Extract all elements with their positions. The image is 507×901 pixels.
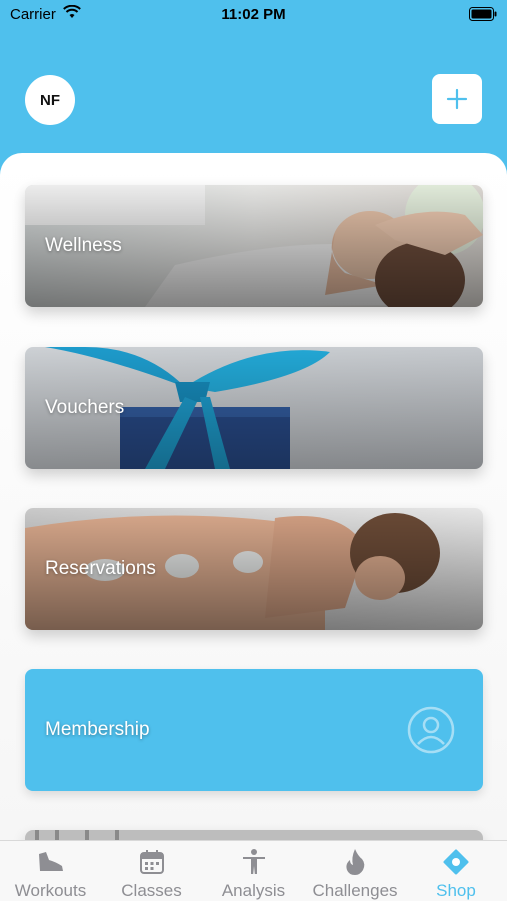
- tab-challenges[interactable]: Challenges: [305, 841, 405, 901]
- tab-analysis[interactable]: Analysis: [202, 841, 305, 901]
- tab-classes[interactable]: Classes: [101, 841, 202, 901]
- vouchers-label: Vouchers: [45, 397, 125, 418]
- membership-card[interactable]: Membership: [25, 669, 483, 791]
- avatar[interactable]: NF: [25, 75, 75, 125]
- tab-label-workouts: Workouts: [14, 881, 87, 900]
- wellness-card[interactable]: Wellness: [25, 185, 483, 307]
- battery-icon: [469, 7, 497, 25]
- clock: 11:02 PM: [221, 6, 286, 23]
- vouchers-card[interactable]: Vouchers: [25, 347, 483, 469]
- status-bar: Carrier 11:02 PM: [0, 0, 507, 30]
- tab-bar: Workouts Classes Analysis Challenges Sho…: [0, 840, 507, 901]
- user-circle-icon: [407, 706, 455, 759]
- flame-icon: [343, 848, 367, 881]
- wellness-label: Wellness: [45, 235, 122, 256]
- person-icon: [241, 848, 267, 881]
- tab-label-analysis: Analysis: [221, 881, 286, 900]
- add-button[interactable]: [432, 74, 482, 124]
- tab-label-challenges: Challenges: [312, 881, 398, 900]
- reservations-label: Reservations: [45, 558, 156, 579]
- tab-shop[interactable]: Shop: [405, 841, 507, 901]
- shop-icon: [442, 848, 470, 881]
- membership-label: Membership: [45, 719, 150, 740]
- tab-workouts[interactable]: Workouts: [0, 841, 101, 901]
- shoe-icon: [36, 848, 66, 881]
- plus-icon: [446, 88, 468, 110]
- tab-label-classes: Classes: [121, 881, 182, 900]
- calendar-icon: [138, 848, 166, 881]
- tab-label-shop: Shop: [436, 881, 476, 900]
- reservations-card[interactable]: Reservations: [25, 508, 483, 630]
